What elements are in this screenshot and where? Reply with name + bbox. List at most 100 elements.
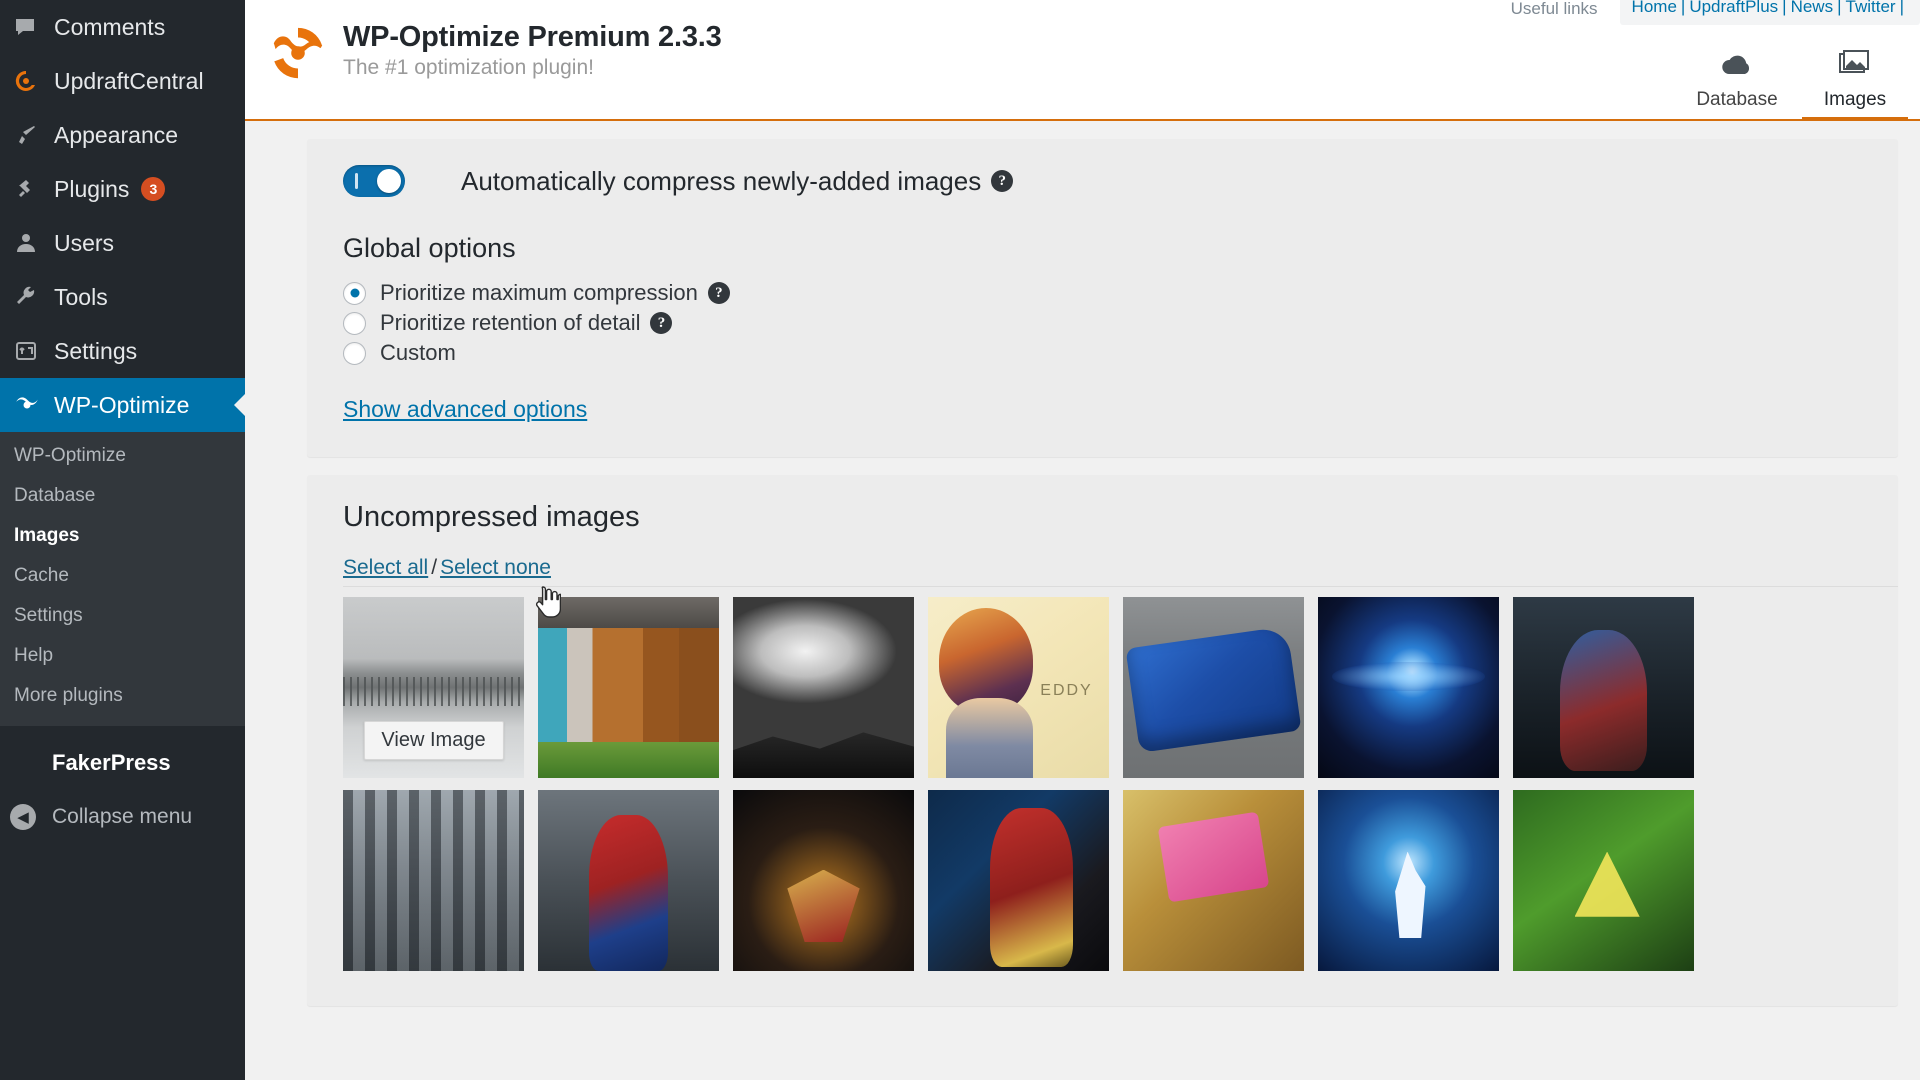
useful-link-twitter[interactable]: Twitter	[1846, 0, 1896, 16]
sidebar-item-appearance[interactable]: Appearance	[0, 108, 245, 162]
updraft-icon	[14, 69, 54, 93]
plugin-body: Automatically compress newly-added image…	[245, 139, 1920, 1080]
global-options-title: Global options	[343, 233, 516, 263]
select-none-link[interactable]: Select none	[440, 556, 551, 579]
thumbnail-iron-man[interactable]	[928, 790, 1109, 971]
sidebar-item-settings[interactable]: Settings	[0, 324, 245, 378]
view-image-button[interactable]: View Image	[363, 721, 504, 760]
thumbnail-clouds-mountain-bw[interactable]	[733, 597, 914, 778]
useful-link-separator: |	[1782, 0, 1787, 16]
radio-row-prioritize-maximum-compression[interactable]: Prioritize maximum compression?	[343, 280, 1862, 306]
sidebar-item-label-fakerpress: FakerPress	[52, 750, 171, 775]
thumbnail-image	[1318, 597, 1499, 778]
sidebar-subitem-help[interactable]: Help	[0, 636, 245, 676]
chevron-left-icon: ◀	[10, 804, 36, 830]
thumbnail-image	[343, 790, 524, 971]
help-icon[interactable]: ?	[991, 170, 1014, 192]
auto-compress-label: Automatically compress newly-added image…	[461, 165, 1014, 197]
main-content: WP-Optimize Premium 2.3.3 The #1 optimiz…	[245, 0, 1920, 1080]
thumbnail-pier-black-white[interactable]: View Image	[343, 597, 524, 778]
sidebar-subitem-wp-optimize[interactable]: WP-Optimize	[0, 436, 245, 476]
sidebar-subitem-settings[interactable]: Settings	[0, 596, 245, 636]
thumbnail-image	[1318, 790, 1499, 971]
user-icon	[14, 231, 54, 255]
sidebar-subitem-more-plugins[interactable]: More plugins	[0, 676, 245, 716]
page-subtitle: The #1 optimization plugin!	[343, 56, 594, 80]
useful-link-home[interactable]: Home	[1632, 0, 1677, 16]
thumbnail-galaxy-space[interactable]	[1318, 597, 1499, 778]
thumbnail-superman-logo[interactable]	[733, 790, 914, 971]
sidebar-item-fakerpress[interactable]: FakerPress	[0, 736, 245, 790]
collapse-menu-button[interactable]: ◀ Collapse menu	[0, 790, 245, 844]
uncompressed-images-title: Uncompressed images	[343, 501, 640, 533]
useful-link-separator: |	[1899, 0, 1904, 16]
select-all-link[interactable]: Select all	[343, 556, 428, 579]
sidebar-subitem-images[interactable]: Images	[0, 516, 245, 556]
sidebar-main-menu: Comments UpdraftCentral Appearance Plugins 3…	[0, 0, 245, 432]
auto-compress-label-text: Automatically compress newly-added image…	[461, 165, 982, 196]
radio-label-text: Custom	[380, 340, 456, 365]
plugin-header: WP-Optimize Premium 2.3.3 The #1 optimiz…	[245, 0, 1920, 121]
tab-database[interactable]: Database	[1678, 43, 1796, 119]
thumbnail-image	[1513, 790, 1694, 971]
thumbnail-city-buildings[interactable]	[343, 790, 524, 971]
select-links-separator: /	[431, 556, 438, 579]
collapse-menu-label: Collapse menu	[52, 805, 193, 828]
thumbnail-image	[928, 790, 1109, 971]
thumbnail-image	[1123, 597, 1304, 778]
thumbnail-wooden-shed-bicycle[interactable]	[538, 597, 719, 778]
radio-label: Prioritize retention of detail?	[380, 310, 673, 336]
toggle-knob	[377, 169, 401, 193]
admin-sidebar: Comments UpdraftCentral Appearance Plugins 3…	[0, 0, 245, 1080]
show-advanced-options-link[interactable]: Show advanced options	[343, 396, 587, 423]
thumbnail-eddy-portrait[interactable]: EDDY	[928, 597, 1109, 778]
tab-images[interactable]: Images	[1796, 43, 1914, 121]
thumbnail-green-triangle[interactable]	[1513, 790, 1694, 971]
sidebar-item-label: Settings	[54, 337, 138, 364]
thumbnail-captain-america[interactable]	[1513, 597, 1694, 778]
sidebar-item-label: UpdraftCentral	[54, 67, 204, 94]
auto-compress-toggle[interactable]	[343, 165, 405, 197]
useful-links-list[interactable]: Home | UpdraftPlus | News | Twitter |	[1619, 0, 1920, 25]
thumbnail-image	[733, 597, 914, 778]
sidebar-subitem-cache[interactable]: Cache	[0, 556, 245, 596]
plug-icon	[14, 177, 54, 201]
useful-link-updraftplus[interactable]: UpdraftPlus	[1689, 0, 1778, 16]
sidebar-item-label: Comments	[54, 13, 166, 40]
radio-row-custom[interactable]: Custom	[343, 340, 1862, 366]
sidebar-subitem-database[interactable]: Database	[0, 476, 245, 516]
global-options-radio-group: Prioritize maximum compression? Prioritiz…	[343, 280, 1862, 366]
sidebar-item-users[interactable]: Users	[0, 216, 245, 270]
help-icon[interactable]: ?	[707, 282, 730, 304]
cloud-icon	[1678, 49, 1796, 89]
radio-unselected[interactable]	[343, 341, 366, 365]
radio-selected[interactable]	[343, 281, 366, 305]
radio-unselected[interactable]	[343, 311, 366, 335]
radio-row-prioritize-retention-of-detail[interactable]: Prioritize retention of detail?	[343, 310, 1862, 336]
thumbnail-unicorn-moon[interactable]	[1318, 790, 1499, 971]
sidebar-item-wp-optimize[interactable]: WP-Optimize	[0, 378, 245, 432]
sidebar-item-plugins[interactable]: Plugins 3	[0, 162, 245, 216]
wrench-icon	[14, 285, 54, 309]
thumbnail-overlay-text: EDDY	[1040, 682, 1093, 700]
sidebar-item-label: Users	[54, 229, 115, 256]
sidebar-item-comments[interactable]: Comments	[0, 0, 245, 54]
useful-link-news[interactable]: News	[1791, 0, 1834, 16]
sidebar-item-tools[interactable]: Tools	[0, 270, 245, 324]
thumbnail-fight-club-soap[interactable]: CLUB	[1123, 790, 1304, 971]
tab-label: Database	[1696, 89, 1778, 110]
thumbnail-image: CLUB	[1123, 790, 1304, 971]
sidebar-item-updraftcentral[interactable]: UpdraftCentral	[0, 54, 245, 108]
help-icon[interactable]: ?	[650, 312, 673, 334]
thumbnail-blue-race-car[interactable]	[1123, 597, 1304, 778]
radio-label: Custom	[380, 340, 456, 366]
plugin-nav-tabs: Database Images	[1678, 43, 1914, 121]
sidebar-item-label: Plugins	[54, 175, 130, 202]
useful-links-label: Useful links	[1510, 0, 1598, 18]
auto-compress-toggle-row: Automatically compress newly-added image…	[343, 165, 1862, 197]
thumbnail-spider-man[interactable]	[538, 790, 719, 971]
thumbnail-image: EDDY	[928, 597, 1109, 778]
radio-label-text: Prioritize maximum compression	[380, 280, 698, 305]
radio-label-text: Prioritize retention of detail	[380, 310, 641, 335]
